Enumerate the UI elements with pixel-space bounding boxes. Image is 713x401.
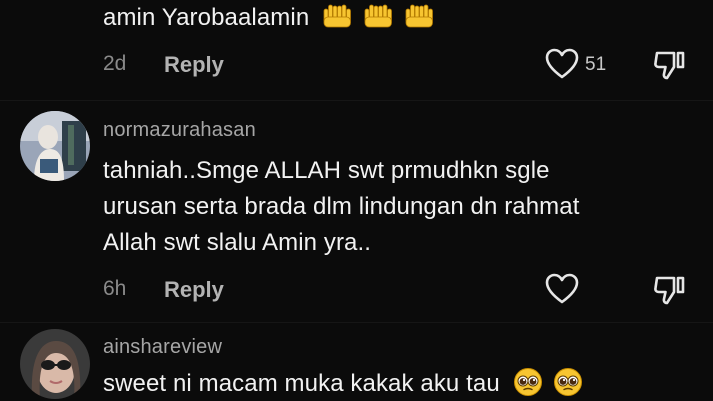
raised-hands-icon [322,3,352,40]
divider [0,322,713,323]
reply-button[interactable]: Reply [164,52,224,78]
comment-text-line: Allah swt slalu Amin yra.. [103,229,372,256]
heart-icon [545,273,579,304]
dislike-button[interactable] [652,49,686,81]
like-button[interactable] [545,273,579,305]
like-count: 51 [585,54,607,75]
dislike-button[interactable] [652,274,686,306]
thumbs-down-icon [654,276,685,305]
comment-text: sweet ni macam muka kakak aku tau [103,366,583,401]
raised-hands-icon [404,3,434,40]
comment-text: amin Yarobaalamin [103,0,434,40]
thumbs-down-icon [654,51,685,80]
comment-time: 6h [103,277,127,300]
avatar[interactable] [20,111,90,181]
raised-hands-icon [363,3,393,40]
pleading-face-icon [513,367,543,401]
like-button[interactable] [545,48,579,80]
comment-text-line: tahniah..Smge ALLAH swt prmudhkn sgle [103,157,550,184]
comments-panel: amin Yarobaalamin 2d Reply 51 normazurah… [0,0,713,401]
reply-button[interactable]: Reply [164,277,224,303]
heart-icon [545,48,579,79]
username[interactable]: ainshareview [103,336,222,359]
pleading-face-icon [553,367,583,401]
comment-text-line: sweet ni macam muka kakak aku tau [103,370,500,397]
comment-text-line: amin Yarobaalamin [103,4,310,31]
avatar[interactable] [20,329,90,399]
divider [0,100,713,101]
comment-time: 2d [103,52,127,75]
comment-text-line: urusan serta brada dlm lindungan dn rahm… [103,193,580,220]
username[interactable]: normazurahasan [103,119,256,142]
